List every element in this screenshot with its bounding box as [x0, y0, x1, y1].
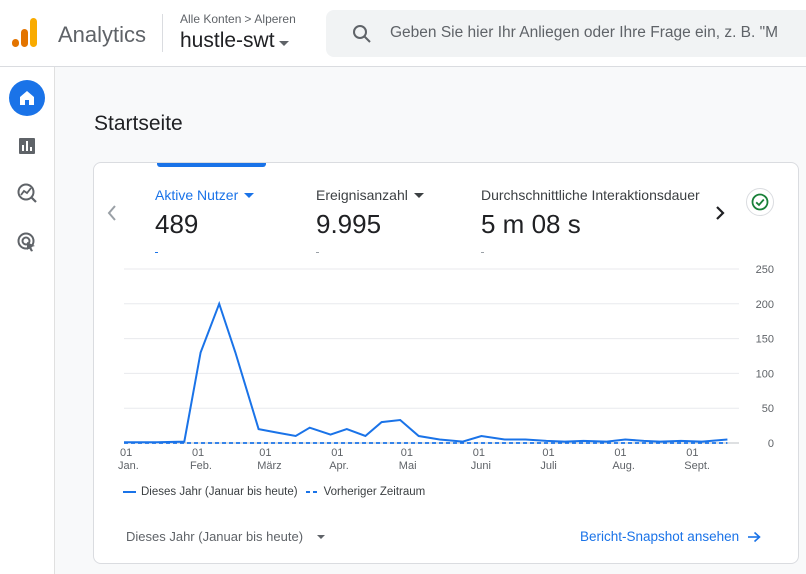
metric-value-event-count: 9.995: [316, 209, 382, 239]
y-axis-tick-label: 200: [756, 299, 774, 311]
x-axis-tick-month: Sept.: [684, 460, 710, 472]
search-input[interactable]: Geben Sie hier Ihr Anliegen oder Ihre Fr…: [390, 24, 778, 42]
legend-solid-line-icon: [123, 491, 136, 493]
chevron-down-icon: [317, 534, 326, 539]
metric-label-text: Aktive Nutzer: [155, 187, 239, 203]
x-axis-tick-day: 01: [473, 447, 485, 459]
metric-tab-event-count[interactable]: Ereignisanzahl 9.995: [316, 187, 424, 240]
legend-label-previous: Vorheriger Zeitraum: [323, 486, 426, 498]
x-axis-tick-day: 01: [331, 447, 343, 459]
chevron-down-icon: [244, 192, 255, 198]
metric-label-event-count: Ereignisanzahl: [316, 187, 424, 203]
legend-label-current: Dieses Jahr (Januar bis heute): [141, 486, 298, 498]
insights-check-button[interactable]: [746, 188, 774, 216]
x-axis-tick-month: Juli: [540, 460, 557, 472]
page-title: Startseite: [94, 112, 183, 135]
legend-dashed-line-icon: [305, 491, 319, 493]
previous-metrics-button[interactable]: [104, 203, 120, 223]
y-axis-tick-label: 50: [762, 403, 774, 415]
overview-card: Aktive Nutzer 489 Ereignisanzahl 9.995 D…: [93, 162, 799, 564]
metric-tab-active-users[interactable]: Aktive Nutzer 489: [155, 187, 255, 240]
metric-sparkline-mark: [481, 252, 484, 253]
x-axis-tick-day: 01: [120, 447, 132, 459]
x-axis-tick-day: 01: [259, 447, 271, 459]
y-axis-tick-label: 250: [756, 264, 774, 276]
breadcrumb-separator-icon: >: [244, 12, 252, 26]
snapshot-link-label: Bericht-Snapshot ansehen: [580, 529, 740, 544]
line-chart: 25020015010050001Jan.01Feb.01März01Apr.0…: [118, 264, 774, 472]
header-divider: [162, 14, 163, 52]
breadcrumb-property[interactable]: Alperen: [254, 12, 295, 26]
analytics-logo-icon[interactable]: [12, 18, 40, 48]
explore-icon: [17, 183, 37, 203]
y-axis-tick-label: 100: [756, 368, 774, 380]
sidebar-item-advertising[interactable]: [9, 224, 45, 260]
x-axis-tick-month: Jan.: [118, 460, 139, 472]
home-icon: [20, 91, 34, 105]
legend-item-current: Dieses Jahr (Januar bis heute): [123, 486, 298, 498]
chart-legend: Dieses Jahr (Januar bis heute) Vorherige…: [123, 486, 425, 498]
x-axis-tick-day: 01: [686, 447, 698, 459]
sidebar-item-home[interactable]: [9, 80, 45, 116]
breadcrumb[interactable]: Alle Konten > Alperen: [180, 12, 296, 26]
x-axis-tick-month: Aug.: [612, 460, 635, 472]
y-axis-tick-label: 0: [768, 438, 774, 450]
date-range-selector[interactable]: Dieses Jahr (Januar bis heute): [126, 529, 326, 544]
advertising-icon: [17, 232, 35, 252]
sidebar-item-explore[interactable]: [9, 175, 45, 211]
chevron-down-icon: [278, 40, 289, 46]
date-range-label: Dieses Jahr (Januar bis heute): [126, 529, 304, 544]
metric-sparkline-mark: [155, 252, 158, 253]
search-bar[interactable]: Geben Sie hier Ihr Anliegen oder Ihre Fr…: [326, 10, 806, 57]
metric-sparkline-mark: [316, 252, 319, 253]
metric-label-text: Ereignisanzahl: [316, 187, 408, 203]
active-metric-indicator: [157, 163, 266, 167]
top-bar: Analytics Alle Konten > Alperen hustle-s…: [0, 0, 806, 67]
x-axis-tick-day: 01: [192, 447, 204, 459]
y-axis-tick-label: 150: [756, 334, 774, 346]
property-name: hustle-swt: [180, 29, 275, 52]
search-icon: [353, 25, 371, 43]
x-axis-tick-month: Feb.: [190, 460, 212, 472]
app-title: Analytics: [58, 22, 147, 47]
next-metrics-button[interactable]: [712, 203, 728, 223]
check-circle-icon: [751, 193, 769, 211]
x-axis-tick-day: 01: [401, 447, 413, 459]
x-axis-tick-month: Apr.: [329, 460, 349, 472]
view-report-snapshot-link[interactable]: Bericht-Snapshot ansehen: [580, 529, 761, 544]
chevron-down-icon: [413, 192, 424, 198]
metric-value-active-users: 489: [155, 209, 199, 239]
breadcrumb-account[interactable]: Alle Konten: [180, 12, 241, 26]
x-axis-tick-day: 01: [542, 447, 554, 459]
x-axis-tick-month: März: [257, 460, 281, 472]
legend-item-previous: Vorheriger Zeitraum: [305, 486, 426, 498]
metric-label-text: Durchschnittliche Interaktionsdauer: [481, 187, 700, 203]
x-axis-tick-month: Juni: [471, 460, 491, 472]
metric-value-engagement-time: 5 m 08 s: [481, 209, 581, 239]
sidebar-item-reports[interactable]: [9, 128, 45, 164]
sidebar: [0, 67, 55, 574]
reports-icon: [19, 138, 35, 154]
arrow-right-icon: [748, 531, 761, 542]
x-axis-tick-day: 01: [614, 447, 626, 459]
metric-label-active-users: Aktive Nutzer: [155, 187, 255, 203]
chevron-right-icon: [716, 206, 725, 220]
metric-label-engagement-time: Durchschnittliche Interaktionsdauer: [481, 187, 703, 203]
x-axis-tick-month: Mai: [399, 460, 417, 472]
metric-tab-engagement-time[interactable]: Durchschnittliche Interaktionsdauer 5 m …: [481, 187, 703, 240]
chevron-left-icon: [107, 205, 116, 221]
property-selector[interactable]: hustle-swt: [180, 29, 289, 53]
